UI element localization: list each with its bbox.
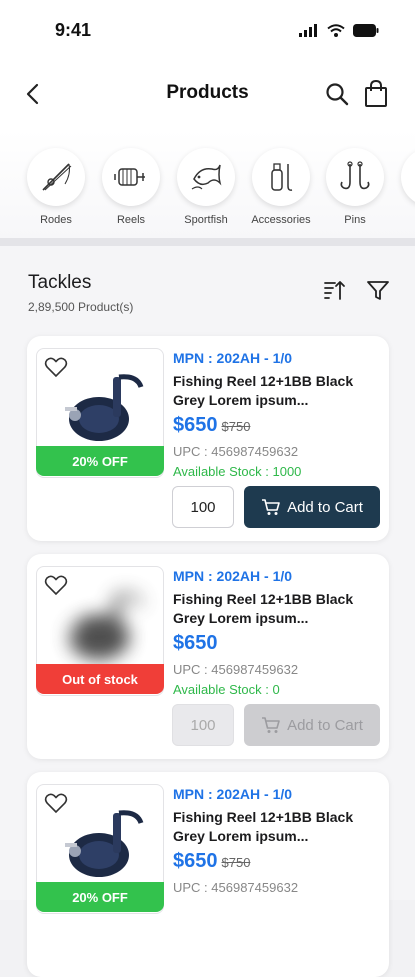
cart-icon <box>262 717 280 733</box>
category-accessories[interactable]: Accessories <box>246 148 316 226</box>
product-price: $650 <box>173 632 218 655</box>
discount-badge: 20% OFF <box>36 446 164 476</box>
current-price: $650 <box>173 414 218 436</box>
category-icon-circle <box>177 148 235 206</box>
fish-icon <box>191 164 222 190</box>
page-title: Products <box>166 82 249 103</box>
section-title: Tackles <box>28 272 92 293</box>
wifi-icon <box>327 24 345 37</box>
status-time: 9:41 <box>55 20 92 40</box>
search-icon[interactable] <box>325 82 349 106</box>
hook-icon <box>340 161 370 190</box>
current-price: $650 <box>173 632 218 654</box>
product-price: $650 $750 <box>173 414 250 437</box>
shopping-bag-icon[interactable] <box>363 80 389 108</box>
category-icon-circle <box>326 148 384 206</box>
battery-icon <box>353 24 379 37</box>
product-name-line: Grey Lorem ipsum... <box>173 392 309 408</box>
current-price: $650 <box>173 850 218 872</box>
back-arrow-icon[interactable] <box>22 82 46 106</box>
out-of-stock-badge: Out of stock <box>36 664 164 694</box>
product-card[interactable]: 20% OFF MPN : 202AH - 1/0 Fishing Reel 1… <box>27 336 389 541</box>
product-name[interactable]: Fishing Reel 12+1BB Black Grey Lorem ipsu… <box>173 372 373 410</box>
product-name-line: Grey Lorem ipsum... <box>173 828 309 844</box>
product-upc: UPC : 456987459632 <box>173 880 299 895</box>
filter-icon[interactable] <box>366 278 390 302</box>
fishing-rod-icon <box>42 163 72 191</box>
quantity-input <box>172 704 234 746</box>
app-header: Products <box>0 60 415 130</box>
accessories-icon <box>271 163 293 191</box>
add-to-cart-label: Add to Cart <box>287 716 363 734</box>
cart-icon <box>262 499 280 515</box>
discount-badge: 20% OFF <box>36 882 164 912</box>
product-name-line: Fishing Reel 12+1BB Black <box>173 809 354 825</box>
reel-icon <box>114 168 145 186</box>
product-mpn: MPN : 202AH - 1/0 <box>173 350 293 366</box>
product-mpn: MPN : 202AH - 1/0 <box>173 568 293 584</box>
product-upc: UPC : 456987459632 <box>173 444 299 459</box>
fishing-reel-image <box>65 374 144 441</box>
product-upc: UPC : 456987459632 <box>173 662 299 677</box>
quantity-input[interactable] <box>172 486 234 528</box>
product-card[interactable]: Out of stock MPN : 202AH - 1/0 Fishing R… <box>27 554 389 759</box>
stock-status: Available Stock : 1000 <box>173 464 302 479</box>
category-reels[interactable]: Reels <box>96 148 166 226</box>
category-sportfish[interactable]: Sportfish <box>171 148 241 226</box>
heart-icon[interactable] <box>44 791 68 815</box>
heart-icon[interactable] <box>44 573 68 597</box>
category-icon-circle <box>401 148 415 206</box>
product-price: $650 $750 <box>173 850 250 873</box>
category-label: Sportfish <box>184 214 228 226</box>
product-name-line: Grey Lorem ipsum... <box>173 610 309 626</box>
category-icon-circle <box>102 148 160 206</box>
fishing-reel-image <box>65 810 144 877</box>
heart-icon[interactable] <box>44 355 68 379</box>
add-to-cart-button: Add to Cart <box>244 704 380 746</box>
stock-status: Available Stock : 0 <box>173 682 280 697</box>
category-label: Reels <box>116 214 146 226</box>
category-strip: Rodes Reels Sportfish Accessories Pins <box>0 130 415 238</box>
product-name[interactable]: Fishing Reel 12+1BB Black Grey Lorem ipsu… <box>173 590 373 628</box>
status-bar: 9:41 <box>0 0 415 60</box>
category-pins[interactable]: Pins <box>320 148 390 226</box>
fishing-reel-image <box>69 592 144 659</box>
signal-icon <box>299 24 317 37</box>
status-icons <box>299 24 379 37</box>
product-mpn: MPN : 202AH - 1/0 <box>173 786 293 802</box>
divider <box>0 238 415 246</box>
original-price: $750 <box>221 419 251 434</box>
products-section: Tackles 2,89,500 Product(s) 20% OFF MPN … <box>0 246 415 977</box>
add-to-cart-button[interactable]: Add to Cart <box>244 486 380 528</box>
category-label: Accessories <box>251 214 311 226</box>
category-icon-circle <box>252 148 310 206</box>
sort-icon[interactable] <box>322 278 346 302</box>
category-label: Rodes <box>40 214 72 226</box>
product-name-line: Fishing Reel 12+1BB Black <box>173 373 354 389</box>
add-to-cart-label: Add to Cart <box>287 498 363 516</box>
product-name-line: Fishing Reel 12+1BB Black <box>173 591 354 607</box>
original-price: $750 <box>221 855 251 870</box>
category-label: Pins <box>344 214 366 226</box>
category-more[interactable] <box>395 148 415 206</box>
product-name[interactable]: Fishing Reel 12+1BB Black Grey Lorem ipsu… <box>173 808 373 846</box>
category-icon-circle <box>27 148 85 206</box>
product-card[interactable]: 20% OFF MPN : 202AH - 1/0 Fishing Reel 1… <box>27 772 389 977</box>
product-count: 2,89,500 Product(s) <box>28 300 134 314</box>
category-rodes[interactable]: Rodes <box>21 148 91 226</box>
